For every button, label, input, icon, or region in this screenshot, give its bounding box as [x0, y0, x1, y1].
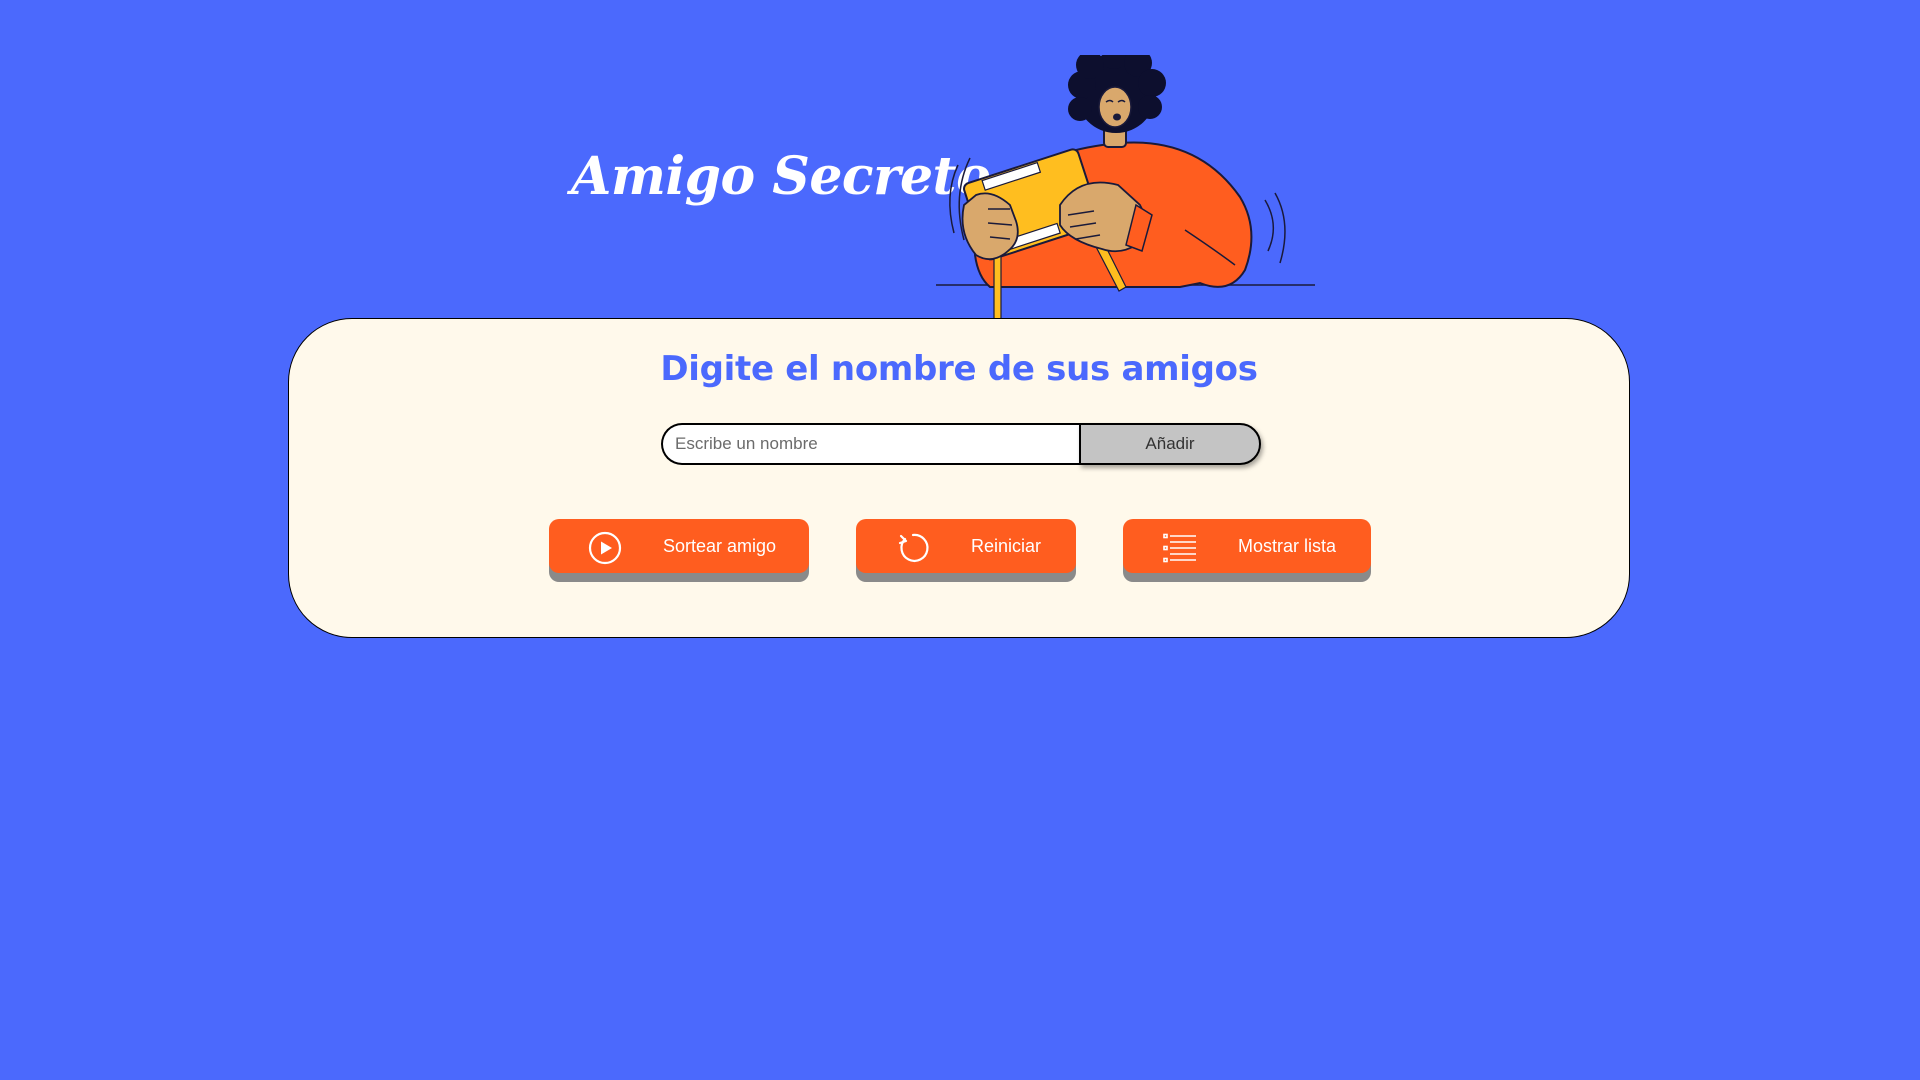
person-holding-gift-illustration: [936, 55, 1315, 320]
header: Amigo Secreto: [0, 0, 1920, 320]
main-card: Digite el nombre de sus amigos Añadir So…: [288, 318, 1630, 638]
draw-friend-button[interactable]: Sortear amigo: [549, 519, 809, 573]
add-button[interactable]: Añadir: [1079, 423, 1261, 465]
name-input-row: Añadir: [661, 423, 1261, 465]
card-heading: Digite el nombre de sus amigos: [660, 349, 1258, 389]
show-list-label: Mostrar lista: [1238, 536, 1337, 556]
reset-button[interactable]: Reiniciar: [856, 519, 1076, 573]
name-input[interactable]: [661, 423, 1081, 465]
reset-label: Reiniciar: [971, 536, 1042, 556]
refresh-icon: [898, 533, 929, 562]
draw-friend-label: Sortear amigo: [663, 536, 777, 556]
play-circle-icon: [588, 531, 622, 565]
app-page: Amigo Secreto Digite el nombre de sus am…: [0, 0, 1920, 1080]
app-title: Amigo Secreto: [571, 146, 991, 207]
show-list-button[interactable]: Mostrar lista: [1123, 519, 1371, 573]
list-icon: [1163, 533, 1196, 563]
